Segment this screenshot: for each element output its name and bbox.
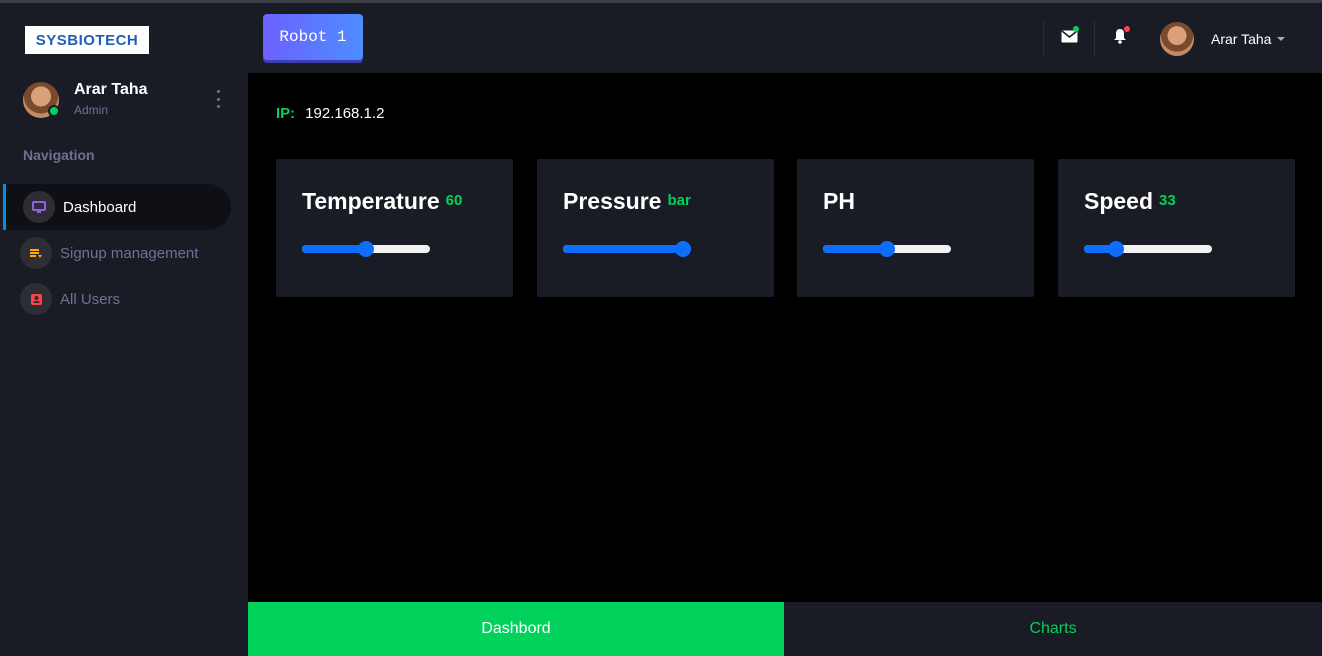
tab-dashboard[interactable]: Dashbord <box>248 602 784 656</box>
ip-label: IP: <box>276 105 296 122</box>
online-status-dot <box>48 105 60 117</box>
card-speed: Speed 33 <box>1058 159 1295 297</box>
card-temperature: Temperature 60 <box>276 159 513 297</box>
user-menu-dropdown[interactable]: Arar Taha <box>1160 21 1286 57</box>
sidebar-item-dashboard[interactable]: Dashboard <box>3 184 231 230</box>
card-title: Speed <box>1084 188 1154 214</box>
card-title: Pressure <box>563 188 662 214</box>
card-title: Temperature <box>302 188 440 214</box>
sidebar-item-all-users[interactable]: All Users <box>3 276 228 322</box>
slider-thumb[interactable] <box>675 241 691 257</box>
mail-badge <box>1073 26 1079 32</box>
sidebar: SYSBIOTECH Arar Taha Admin Navigation Da… <box>0 3 248 656</box>
sidebar-item-label: All Users <box>60 290 121 308</box>
user-name: Arar Taha <box>1211 31 1272 47</box>
slider-thumb[interactable] <box>358 241 374 257</box>
card-pressure: Pressure bar <box>537 159 774 297</box>
speed-slider[interactable] <box>1084 241 1212 257</box>
caret-down-icon <box>1277 37 1286 41</box>
divider <box>1094 20 1095 56</box>
slider-thumb[interactable] <box>1108 241 1124 257</box>
avatar[interactable] <box>23 82 60 118</box>
sidebar-item-label: Signup management <box>60 244 199 262</box>
ph-slider[interactable] <box>823 241 951 257</box>
brand-logo-text: SYSBIOTECH <box>35 31 139 49</box>
notification-badge <box>1124 26 1130 32</box>
tab-charts[interactable]: Charts <box>784 602 1322 656</box>
card-title: PH <box>823 188 855 214</box>
nav-section-label: Navigation <box>23 147 95 163</box>
brand-logo[interactable]: SYSBIOTECH <box>25 26 149 54</box>
sidebar-profile: Arar Taha Admin <box>23 80 228 120</box>
profile-role: Admin <box>74 103 109 117</box>
robot-select-button[interactable]: Robot 1 <box>263 14 363 60</box>
profile-name: Arar Taha <box>74 81 148 98</box>
avatar <box>1160 22 1194 56</box>
card-value: bar <box>667 192 691 209</box>
ip-address: IP: 192.168.1.2 <box>276 105 384 122</box>
sidebar-item-signup-management[interactable]: Signup management <box>3 230 228 276</box>
mail-icon[interactable] <box>1058 25 1080 47</box>
more-options-icon[interactable] <box>215 90 221 108</box>
card-value: 33 <box>1159 192 1176 209</box>
card-ph: PH <box>797 159 1034 297</box>
pressure-slider[interactable] <box>563 241 691 257</box>
sidebar-item-label: Dashboard <box>63 198 137 216</box>
ip-value: 192.168.1.2 <box>305 105 385 122</box>
top-navbar: Robot 1 Arar Taha <box>248 3 1322 73</box>
slider-thumb[interactable] <box>879 241 895 257</box>
contact-card-icon <box>20 283 52 315</box>
bell-icon[interactable] <box>1109 25 1131 47</box>
temperature-slider[interactable] <box>302 241 430 257</box>
list-icon <box>20 237 52 269</box>
monitor-icon <box>23 191 55 223</box>
card-value: 60 <box>445 192 463 209</box>
divider <box>1043 20 1044 56</box>
